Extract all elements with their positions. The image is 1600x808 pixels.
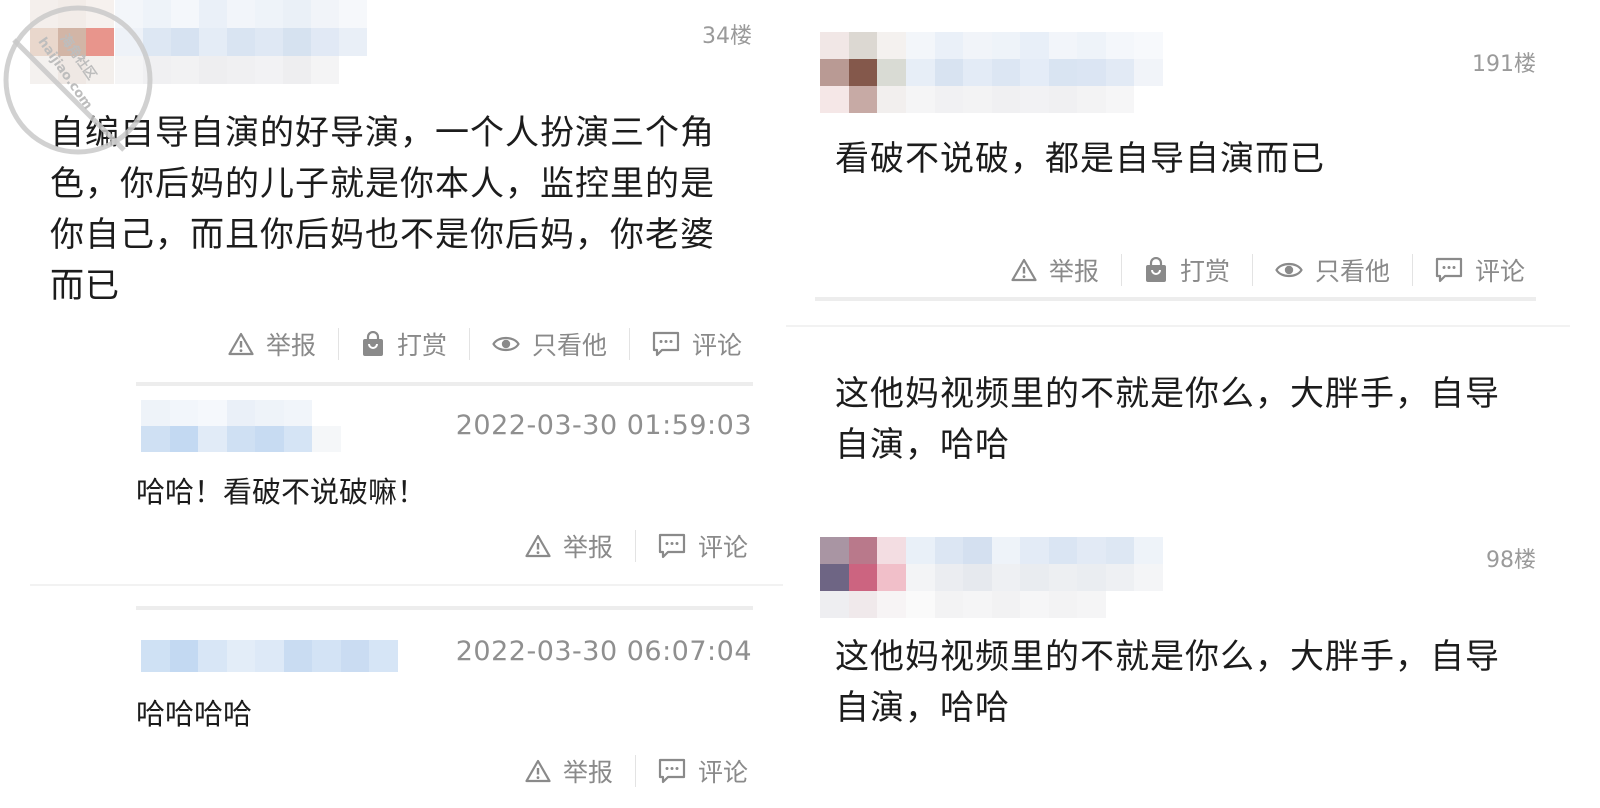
reply-timestamp: 2022-03-30 01:59:03 (455, 410, 752, 441)
reply-actions: 举报 评论 (525, 526, 748, 566)
comment-label: 评论 (1475, 257, 1526, 286)
only-view-button[interactable]: 只看他 (1275, 252, 1390, 288)
post-actions: 举报 打赏 只看他 评论 (1011, 250, 1525, 290)
reply-text: 哈哈哈哈 (136, 697, 253, 731)
divider (1412, 254, 1414, 286)
only-view-label: 只看他 (1315, 257, 1391, 286)
reward-label: 打赏 (1180, 257, 1231, 286)
report-label: 举报 (266, 331, 317, 360)
comment-icon (1435, 257, 1463, 283)
report-label: 举报 (1049, 257, 1100, 286)
post-body-line: 你自己，而且你后妈也不是你后妈，你老婆 (50, 215, 715, 255)
reply-actions: 举报 评论 (525, 751, 748, 791)
divider (338, 328, 340, 360)
watermark-logo: 海角社区 haijiao.com (0, 0, 160, 160)
divider (635, 755, 637, 787)
report-label: 举报 (563, 758, 614, 787)
only-view-button[interactable]: 只看他 (492, 326, 607, 362)
floor-number: 98楼 (1486, 548, 1536, 573)
reply-username-blurred[interactable] (141, 400, 341, 452)
comment-icon (658, 533, 686, 559)
shopping-bag-icon (363, 331, 384, 356)
divider (136, 382, 753, 386)
warning-icon (228, 332, 254, 356)
divider (1121, 254, 1123, 286)
reward-button[interactable]: 打赏 (1144, 252, 1230, 288)
only-view-label: 只看他 (532, 331, 608, 360)
comment-button[interactable]: 评论 (652, 326, 742, 362)
quoted-text-line: 这他妈视频里的不就是你么，大胖手，自导 (835, 374, 1500, 414)
report-button[interactable]: 举报 (1011, 252, 1099, 288)
floor-number: 34楼 (702, 24, 752, 49)
report-button[interactable]: 举报 (525, 528, 613, 564)
reply-username-blurred[interactable] (141, 640, 398, 672)
username-blurred[interactable] (906, 537, 1163, 618)
username-blurred[interactable] (906, 32, 1163, 113)
divider (815, 297, 1536, 301)
comment-label: 评论 (692, 331, 743, 360)
report-button[interactable]: 举报 (525, 753, 613, 789)
comment-icon (658, 758, 686, 784)
divider (786, 325, 1570, 327)
reward-button[interactable]: 打赏 (361, 326, 447, 362)
comment-icon (652, 331, 680, 357)
reply-timestamp: 2022-03-30 06:07:04 (455, 636, 752, 667)
warning-icon (1011, 258, 1037, 282)
divider (469, 328, 471, 360)
warning-icon (525, 534, 551, 558)
post-body-line: 这他妈视频里的不就是你么，大胖手，自导 (835, 637, 1500, 677)
comment-button[interactable]: 评论 (658, 753, 748, 789)
comment-button[interactable]: 评论 (658, 528, 748, 564)
divider (136, 606, 753, 610)
floor-number: 191楼 (1472, 52, 1536, 77)
post-body: 这他妈视频里的不就是你么，大胖手，自导 自演，哈哈 (835, 632, 1500, 734)
comment-label: 评论 (698, 758, 749, 787)
shopping-bag-icon (1146, 257, 1167, 282)
avatar[interactable] (820, 32, 906, 113)
eye-icon (1275, 262, 1303, 278)
avatar[interactable] (820, 537, 906, 618)
divider (30, 584, 783, 586)
divider (1252, 254, 1254, 286)
report-button[interactable]: 举报 (228, 326, 316, 362)
eye-icon (492, 336, 520, 352)
warning-icon (525, 759, 551, 783)
quoted-text-line: 自演，哈哈 (835, 425, 1010, 465)
post-body-line: 色，你后妈的儿子就是你本人，监控里的是 (50, 164, 715, 204)
comment-label: 评论 (698, 533, 749, 562)
comment-button[interactable]: 评论 (1435, 252, 1525, 288)
post-actions: 举报 打赏 只看他 评论 (228, 324, 742, 364)
divider (629, 328, 631, 360)
post-body-line: 自演，哈哈 (835, 688, 1010, 728)
report-label: 举报 (563, 533, 614, 562)
post-body-line: 而已 (50, 266, 120, 306)
reply-text: 哈哈！看破不说破嘛！ (136, 475, 427, 509)
reward-label: 打赏 (397, 331, 448, 360)
post-body: 看破不说破，都是自导自演而已 (835, 139, 1325, 179)
quoted-text: 这他妈视频里的不就是你么，大胖手，自导 自演，哈哈 (835, 369, 1500, 471)
divider (635, 530, 637, 562)
